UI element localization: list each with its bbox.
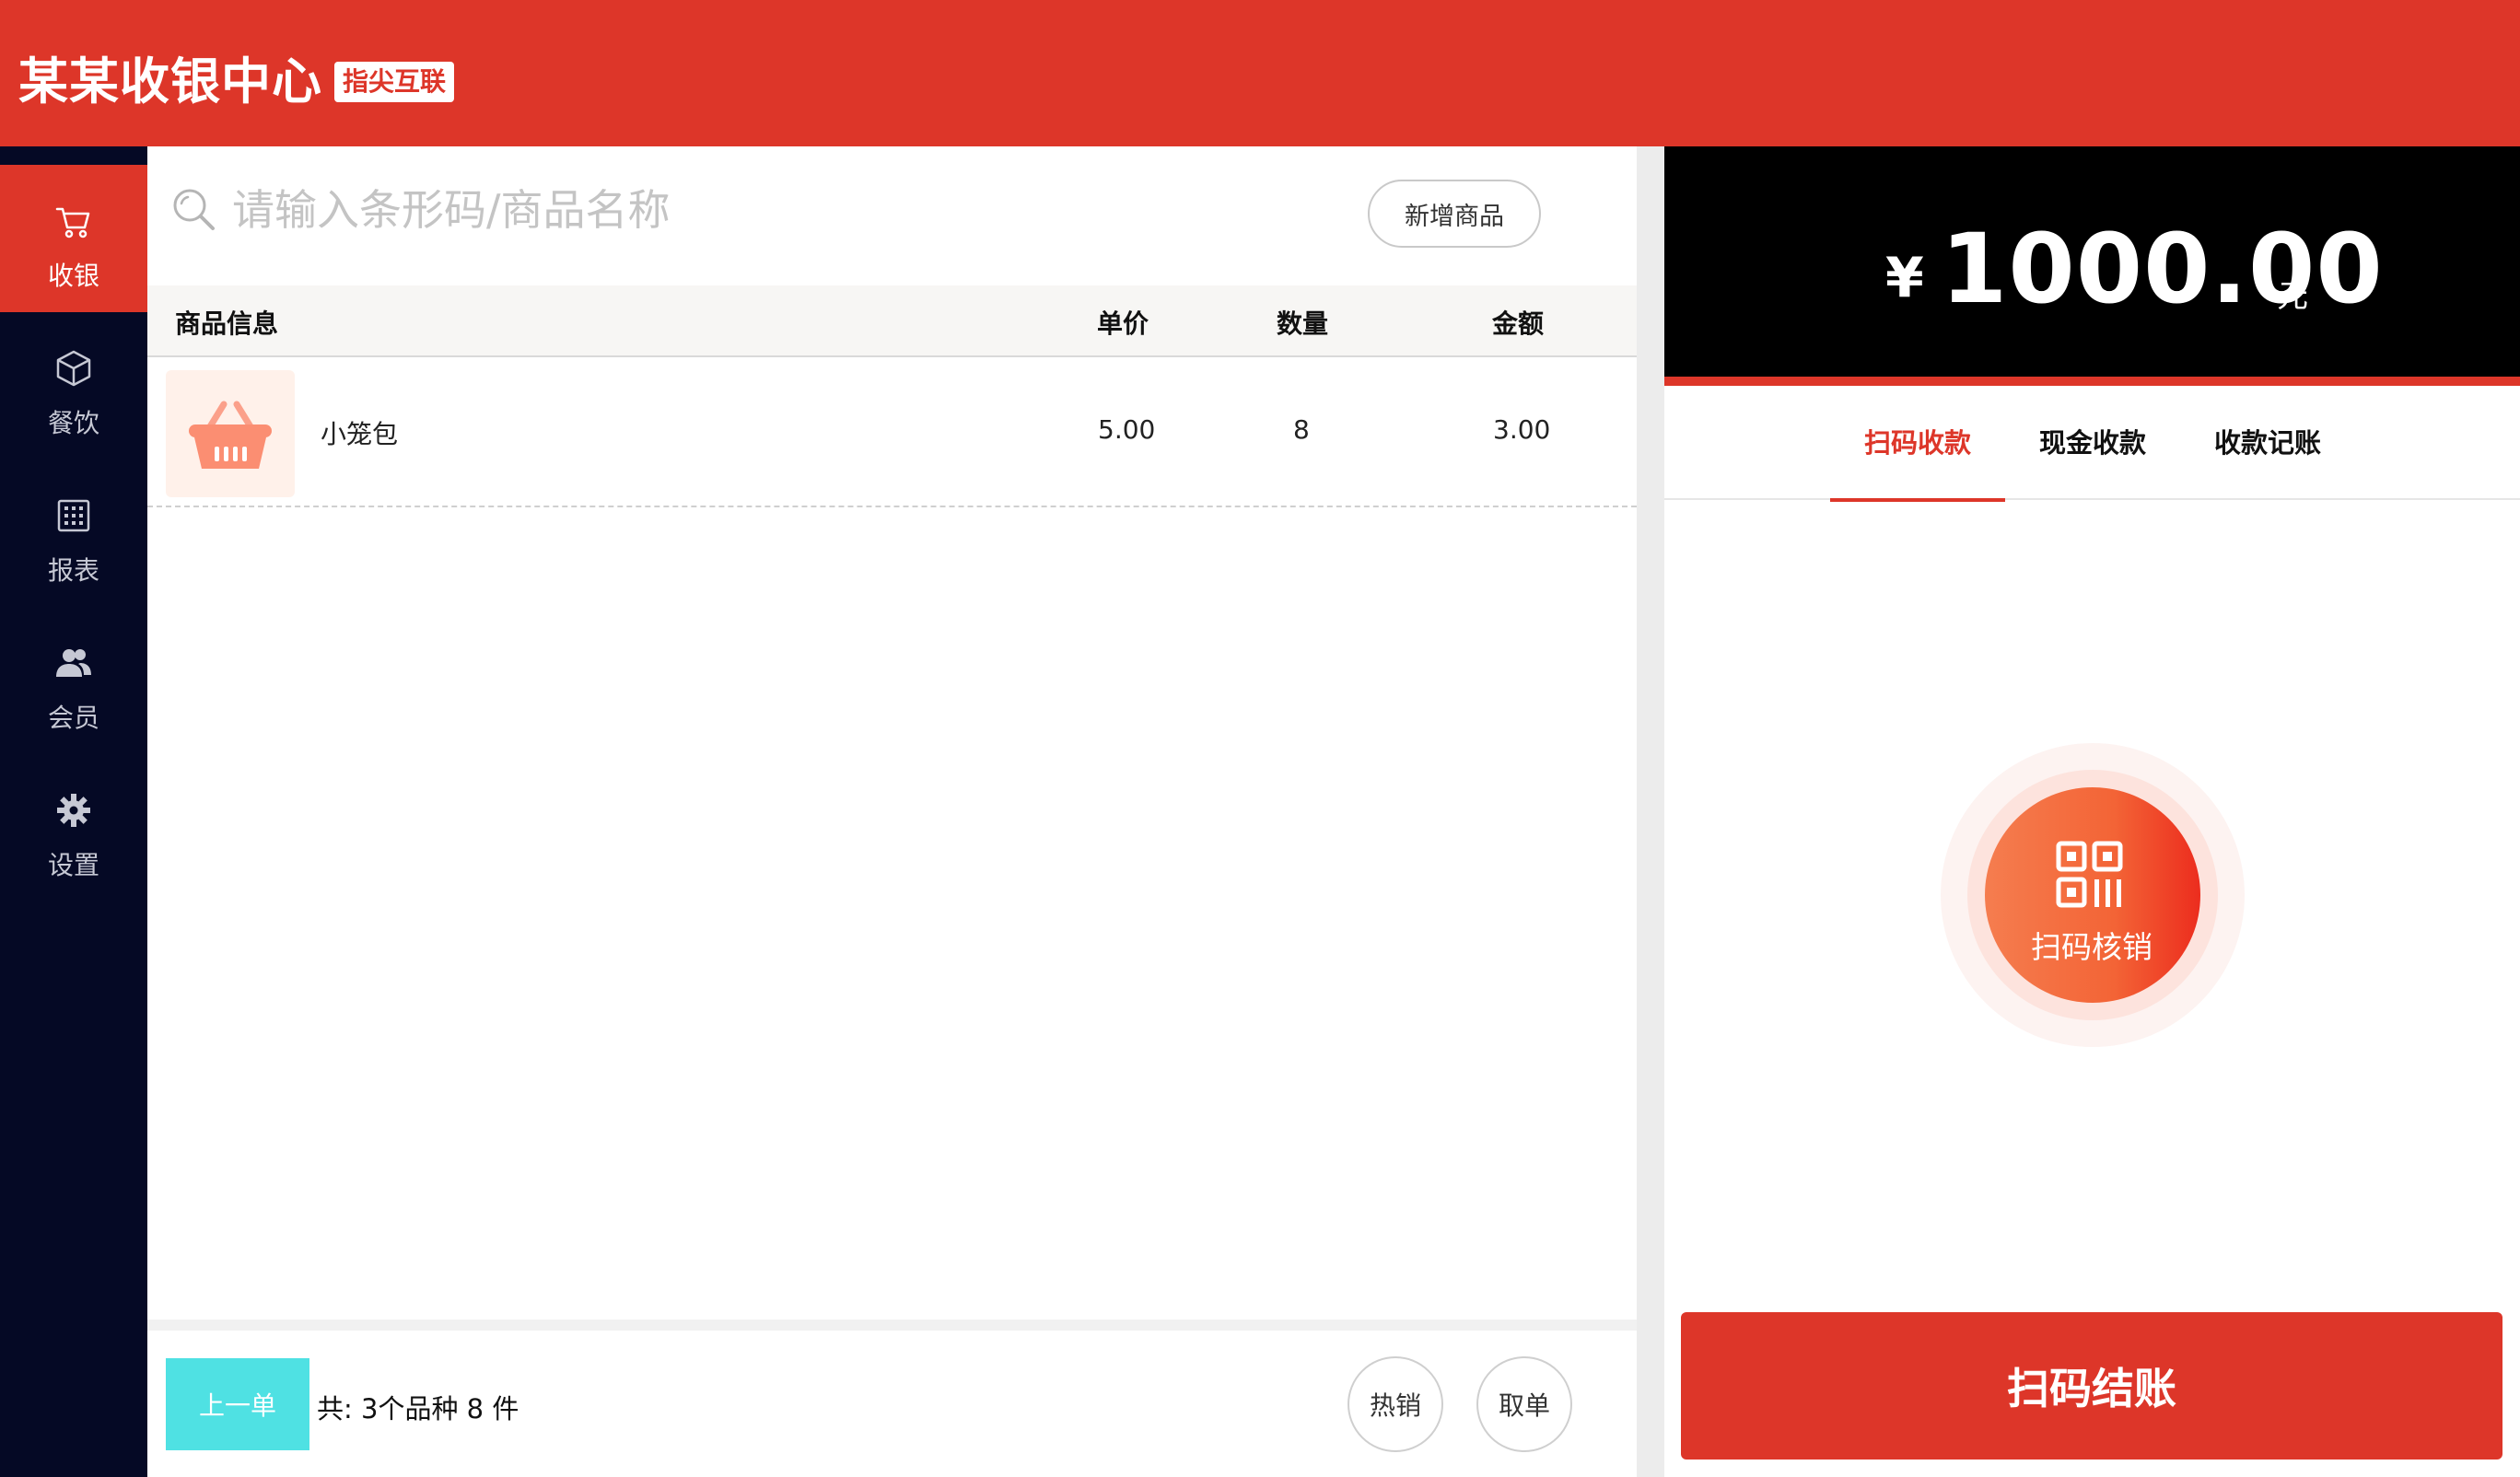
- panel-divider: [1637, 146, 1664, 1477]
- product-amount: 3.00: [1493, 414, 1551, 445]
- previous-order-button[interactable]: 上一单: [166, 1358, 309, 1450]
- order-panel: 新增商品 商品信息 单价 数量 金额 小笼包 5.00 8 3.00: [147, 146, 1637, 1477]
- grid-icon: [57, 499, 90, 532]
- tab-scan-pay[interactable]: 扫码收款: [1830, 386, 2005, 502]
- tab-cash-pay[interactable]: 现金收款: [2005, 386, 2180, 500]
- gear-icon: [57, 794, 90, 827]
- sidebar-item-label: 收银: [47, 261, 99, 291]
- sidebar-item-settings[interactable]: 设置: [0, 754, 147, 901]
- order-summary: 共: 3个品种 8 件: [317, 1393, 519, 1425]
- product-qty: 8: [1293, 414, 1310, 445]
- footer-divider: [147, 1320, 1637, 1331]
- column-header-product: 商品信息: [175, 308, 279, 339]
- sidebar-item-reports[interactable]: 报表: [0, 459, 147, 607]
- currency-symbol: ¥: [1885, 246, 1924, 310]
- retrieve-order-button[interactable]: 取单: [1476, 1356, 1572, 1452]
- basket-icon: [189, 401, 272, 469]
- sidebar-item-label: 报表: [47, 555, 99, 586]
- sidebar-item-dining[interactable]: 餐饮: [0, 312, 147, 459]
- cart-icon: [55, 207, 90, 238]
- app-header: 某某收银中心 指尖互联: [0, 0, 2520, 146]
- payment-tabs: 扫码收款 现金收款 收款记账: [1664, 386, 2520, 502]
- product-name: 小笼包: [321, 419, 399, 449]
- search-input[interactable]: [232, 174, 1245, 246]
- sidebar-item-label: 会员: [47, 703, 99, 733]
- sidebar: 收银 餐饮 报表 会员 设置: [0, 146, 147, 1477]
- add-product-button[interactable]: 新增商品: [1368, 180, 1541, 248]
- sidebar-item-label: 设置: [47, 850, 99, 880]
- brand-badge: 指尖互联: [334, 62, 455, 102]
- payment-panel: ¥ 1000.00 元 扫码收款 现金收款 收款记账 扫码核销 扫码结账: [1664, 146, 2520, 1477]
- search-icon: [173, 189, 215, 230]
- scan-checkout-button[interactable]: 扫码结账: [1681, 1312, 2502, 1460]
- table-header: 商品信息 单价 数量 金额: [147, 285, 1637, 357]
- sidebar-item-members[interactable]: 会员: [0, 607, 147, 754]
- table-row[interactable]: 小笼包 5.00 8 3.00: [147, 357, 1637, 507]
- column-header-amount: 金额: [1492, 308, 1545, 339]
- app-title: 某某收银中心: [18, 52, 322, 110]
- hot-items-button[interactable]: 热销: [1348, 1356, 1443, 1452]
- sidebar-item-label: 餐饮: [47, 408, 99, 438]
- column-header-price: 单价: [1097, 308, 1149, 339]
- amount-display: ¥ 1000.00 元: [1664, 146, 2520, 386]
- total-amount: 1000.00: [1941, 213, 2384, 325]
- qr-code-icon: [2056, 841, 2123, 908]
- box-icon: [56, 350, 91, 387]
- sidebar-item-cashier[interactable]: 收银: [0, 165, 147, 312]
- product-thumbnail: [166, 370, 295, 497]
- tab-record-pay[interactable]: 收款记账: [2180, 386, 2355, 500]
- column-header-qty: 数量: [1277, 308, 1329, 339]
- currency-unit: 元: [2277, 278, 2308, 315]
- users-icon: [56, 649, 91, 677]
- product-price: 5.00: [1098, 414, 1156, 445]
